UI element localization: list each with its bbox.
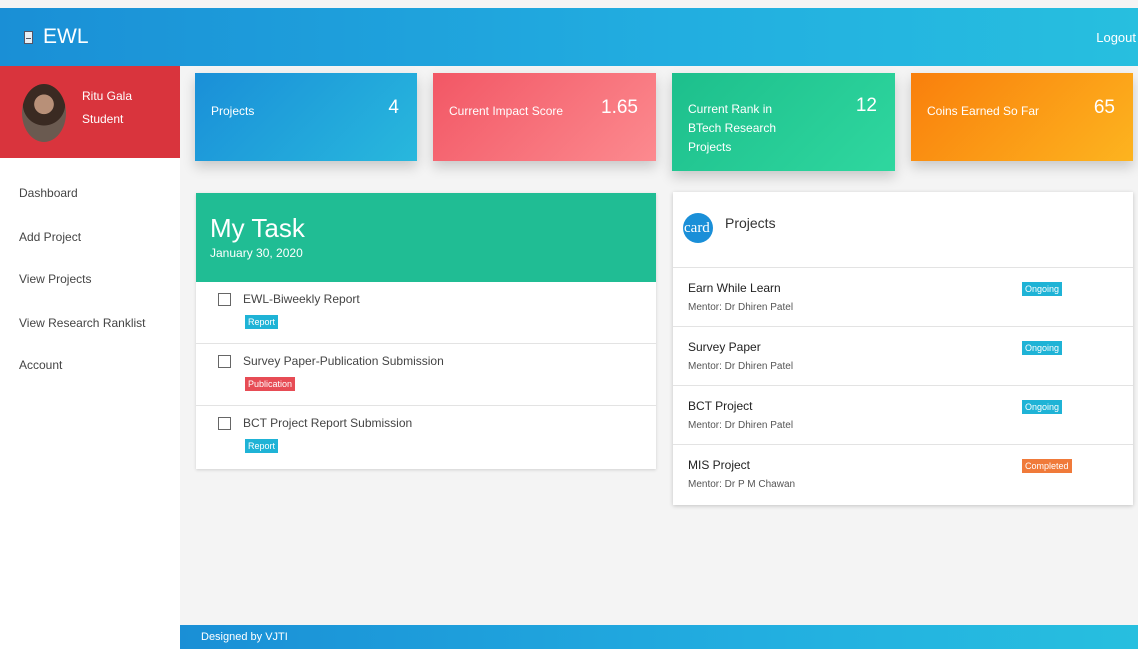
top-navbar: EWL Logout — [0, 8, 1138, 66]
stat-label-line: BTech Research — [688, 121, 777, 135]
brand-label: EWL — [43, 25, 89, 48]
stat-card-impact-score[interactable]: Current Impact Score 1.65 — [433, 73, 656, 161]
task-tag: Publication — [245, 377, 296, 391]
project-mentor: Mentor: Dr Dhiren Patel — [688, 361, 794, 372]
stat-card-rank[interactable]: Current Rank in BTech Research Projects … — [672, 73, 895, 171]
stat-card-projects[interactable]: Projects 4 — [195, 73, 417, 161]
project-name: Earn While Learn — [688, 281, 781, 295]
profile-card: Ritu Gala Student — [0, 66, 180, 158]
project-name: Survey Paper — [688, 340, 761, 354]
sidebar-item-add-project[interactable]: Add Project — [19, 230, 81, 244]
stat-label: Current Rank in BTech Research Projects — [688, 100, 776, 157]
stat-label: Coins Earned So Far — [927, 104, 1040, 118]
sidebar-item-account[interactable]: Account — [19, 358, 62, 372]
document-icon — [24, 30, 33, 44]
projects-title: Projects — [725, 215, 776, 231]
status-badge: Ongoing — [1022, 400, 1063, 414]
stat-label: Current Impact Score — [449, 104, 564, 118]
task-date: January 30, 2020 — [210, 246, 303, 260]
task-name: EWL-Biweekly Report — [243, 292, 360, 306]
sidebar: Dashboard Add Project View Projects View… — [0, 158, 180, 649]
task-name: BCT Project Report Submission — [243, 416, 413, 430]
stat-label: Projects — [211, 104, 255, 118]
stat-value: 12 — [855, 95, 877, 116]
task-tag: Report — [245, 315, 279, 329]
stat-value: 4 — [388, 97, 399, 118]
project-name: MIS Project — [688, 458, 751, 472]
task-name: Survey Paper-Publication Submission — [243, 354, 444, 368]
status-badge: Completed — [1022, 459, 1072, 473]
task-title: My Task — [210, 213, 305, 243]
status-badge: Ongoing — [1022, 282, 1063, 296]
footer: Designed by VJTI — [180, 625, 1138, 649]
sidebar-item-research-ranklist[interactable]: View Research Ranklist — [19, 316, 146, 330]
project-name: BCT Project — [688, 399, 753, 413]
project-mentor: Mentor: Dr Dhiren Patel — [688, 420, 794, 431]
project-item[interactable]: MIS Project Mentor: Dr P M Chawan Comple… — [673, 444, 1133, 503]
task-checkbox[interactable] — [218, 293, 231, 306]
task-checkbox[interactable] — [218, 355, 231, 368]
task-checkbox[interactable] — [218, 417, 231, 430]
my-task-panel: My Task January 30, 2020 EWL-Biweekly Re… — [196, 193, 656, 469]
stat-value: 1.65 — [601, 97, 638, 118]
brand[interactable]: EWL — [24, 25, 89, 49]
task-item: BCT Project Report Submission Report — [196, 406, 656, 468]
profile-role: Student — [82, 112, 124, 126]
task-tag: Report — [245, 439, 279, 453]
project-item[interactable]: Survey Paper Mentor: Dr Dhiren Patel Ong… — [673, 326, 1133, 385]
avatar — [22, 84, 66, 142]
stat-label-line: Current Rank in — [688, 102, 773, 116]
sidebar-item-dashboard[interactable]: Dashboard — [19, 186, 78, 200]
task-header: My Task January 30, 2020 — [196, 193, 656, 282]
stat-card-coins[interactable]: Coins Earned So Far 65 — [911, 73, 1133, 161]
task-item: Survey Paper-Publication Submission Publ… — [196, 344, 656, 406]
stat-value: 65 — [1093, 97, 1115, 118]
status-badge: Ongoing — [1022, 341, 1063, 355]
projects-panel: card Projects Earn While Learn Mentor: D… — [673, 192, 1133, 505]
projects-logo: card — [683, 213, 713, 243]
task-item: EWL-Biweekly Report Report — [196, 282, 656, 344]
project-item[interactable]: BCT Project Mentor: Dr Dhiren Patel Ongo… — [673, 385, 1133, 444]
profile-name: Ritu Gala — [82, 89, 133, 103]
project-mentor: Mentor: Dr P M Chawan — [688, 479, 796, 490]
logout-link[interactable]: Logout — [1096, 30, 1136, 45]
project-item[interactable]: Earn While Learn Mentor: Dr Dhiren Patel… — [673, 267, 1133, 326]
project-mentor: Mentor: Dr Dhiren Patel — [688, 302, 794, 313]
stat-label-line: Projects — [688, 140, 732, 154]
sidebar-item-view-projects[interactable]: View Projects — [19, 272, 91, 286]
footer-text: Designed by VJTI — [201, 631, 288, 643]
